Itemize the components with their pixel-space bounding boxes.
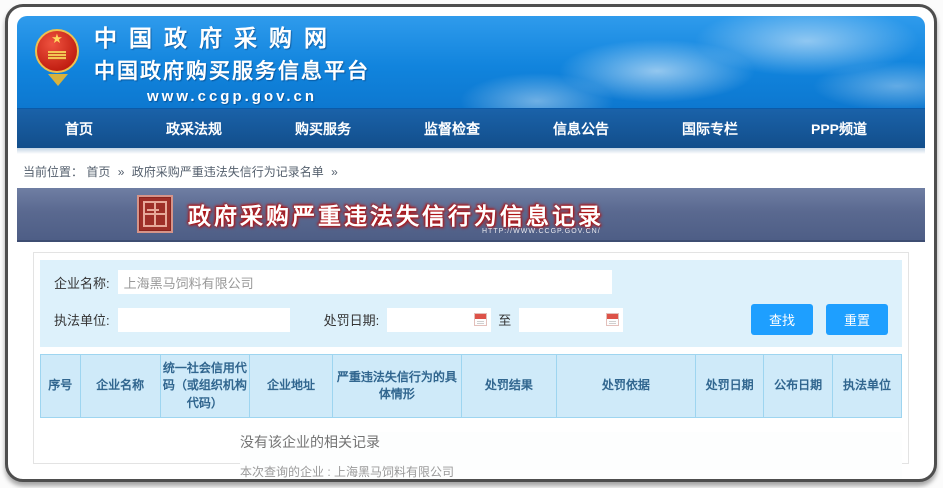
emblem-circle: ★ xyxy=(35,29,79,73)
national-emblem-icon: ★ xyxy=(35,29,81,95)
no-record-message: 没有该企业的相关记录 xyxy=(240,432,902,452)
page-banner: 政府采购严重违法失信行为信息记录 HTTP://WWW.CCGP.GOV.CN/ xyxy=(17,188,925,242)
agency-input[interactable] xyxy=(118,308,290,332)
breadcrumb: 当前位置： 首页 » 政府采购严重违法失信行为记录名单 » xyxy=(17,154,925,188)
nav-item-purchase-service[interactable]: 购买服务 xyxy=(295,119,351,139)
site-title-sub: 中国政府购买服务信息平台 xyxy=(94,55,370,85)
penalty-date-label: 处罚日期: xyxy=(324,310,380,329)
search-button[interactable]: 查找 xyxy=(751,304,813,335)
browser-page-frame: ★ 中国政府采购网 中国政府购买服务信息平台 www.ccgp.gov.cn 首… xyxy=(5,4,937,482)
breadcrumb-page-link[interactable]: 政府采购严重违法失信行为记录名单 xyxy=(132,165,324,179)
breadcrumb-separator-2: » xyxy=(331,165,338,179)
nav-item-home[interactable]: 首页 xyxy=(65,119,93,139)
col-header-company: 企业名称 xyxy=(80,355,160,418)
site-title-main: 中国政府采购网 xyxy=(94,19,370,53)
nav-item-announcements[interactable]: 信息公告 xyxy=(553,119,609,139)
breadcrumb-separator: » xyxy=(118,165,125,179)
nav-item-supervision[interactable]: 监督检查 xyxy=(424,119,480,139)
company-name-input[interactable] xyxy=(118,270,612,294)
col-header-index: 序号 xyxy=(41,355,81,418)
query-result-block: 没有该企业的相关记录 本次查询的企业 : 上海黑马饲料有限公司 本次查询的时间 … xyxy=(240,432,902,482)
date-to-wrap xyxy=(519,308,623,332)
search-form: 企业名称: 执法单位: 处罚日期: 至 查找 重置 xyxy=(40,260,902,347)
main-nav: 首页 政采法规 购买服务 监督检查 信息公告 国际专栏 PPP频道 xyxy=(17,108,925,148)
col-header-penalty-result: 处罚结果 xyxy=(461,355,556,418)
calendar-icon[interactable] xyxy=(606,313,619,326)
col-header-penalty-basis: 处罚依据 xyxy=(556,355,695,418)
page-title: 政府采购严重违法失信行为信息记录 xyxy=(188,197,604,231)
date-to-label: 至 xyxy=(498,310,511,329)
results-table: 序号 企业名称 统一社会信用代码（或组织机构代码） 企业地址 严重违法失信行为的… xyxy=(40,354,902,418)
agency-label: 执法单位: xyxy=(54,310,110,329)
col-header-violation: 严重违法失信行为的具体情形 xyxy=(332,355,461,418)
form-buttons: 查找 重置 xyxy=(751,304,888,335)
queried-company-line: 本次查询的企业 : 上海黑马饲料有限公司 xyxy=(240,461,902,482)
date-from-wrap xyxy=(387,308,491,332)
col-header-agency: 执法单位 xyxy=(833,355,902,418)
nav-item-international[interactable]: 国际专栏 xyxy=(682,119,738,139)
reset-button[interactable]: 重置 xyxy=(826,304,888,335)
emblem-base xyxy=(48,74,68,86)
site-header: ★ 中国政府采购网 中国政府购买服务信息平台 www.ccgp.gov.cn xyxy=(17,16,925,108)
gate-icon xyxy=(48,51,66,60)
site-url: www.ccgp.gov.cn xyxy=(94,88,370,105)
breadcrumb-label: 当前位置： xyxy=(23,165,83,179)
col-header-address: 企业地址 xyxy=(250,355,333,418)
seal-icon xyxy=(137,195,173,233)
col-header-credit-code: 统一社会信用代码（或组织机构代码） xyxy=(160,355,250,418)
form-row-filters: 执法单位: 处罚日期: 至 查找 重置 xyxy=(54,304,888,335)
site-title-block: 中国政府采购网 中国政府购买服务信息平台 www.ccgp.gov.cn xyxy=(94,19,370,105)
nav-item-regulations[interactable]: 政采法规 xyxy=(166,119,222,139)
calendar-icon[interactable] xyxy=(474,313,487,326)
banner-url-text: HTTP://WWW.CCGP.GOV.CN/ xyxy=(482,228,601,235)
form-row-company: 企业名称: xyxy=(54,270,888,294)
company-name-label: 企业名称: xyxy=(54,273,110,292)
nav-item-ppp-channel[interactable]: PPP频道 xyxy=(811,119,867,139)
content-panel: 企业名称: 执法单位: 处罚日期: 至 查找 重置 xyxy=(33,252,909,464)
col-header-publish-date: 公布日期 xyxy=(764,355,833,418)
breadcrumb-home-link[interactable]: 首页 xyxy=(86,165,110,179)
seal-pattern xyxy=(143,201,167,227)
star-icon: ★ xyxy=(37,32,77,46)
col-header-penalty-date: 处罚日期 xyxy=(696,355,764,418)
table-header-row: 序号 企业名称 统一社会信用代码（或组织机构代码） 企业地址 严重违法失信行为的… xyxy=(41,355,902,418)
